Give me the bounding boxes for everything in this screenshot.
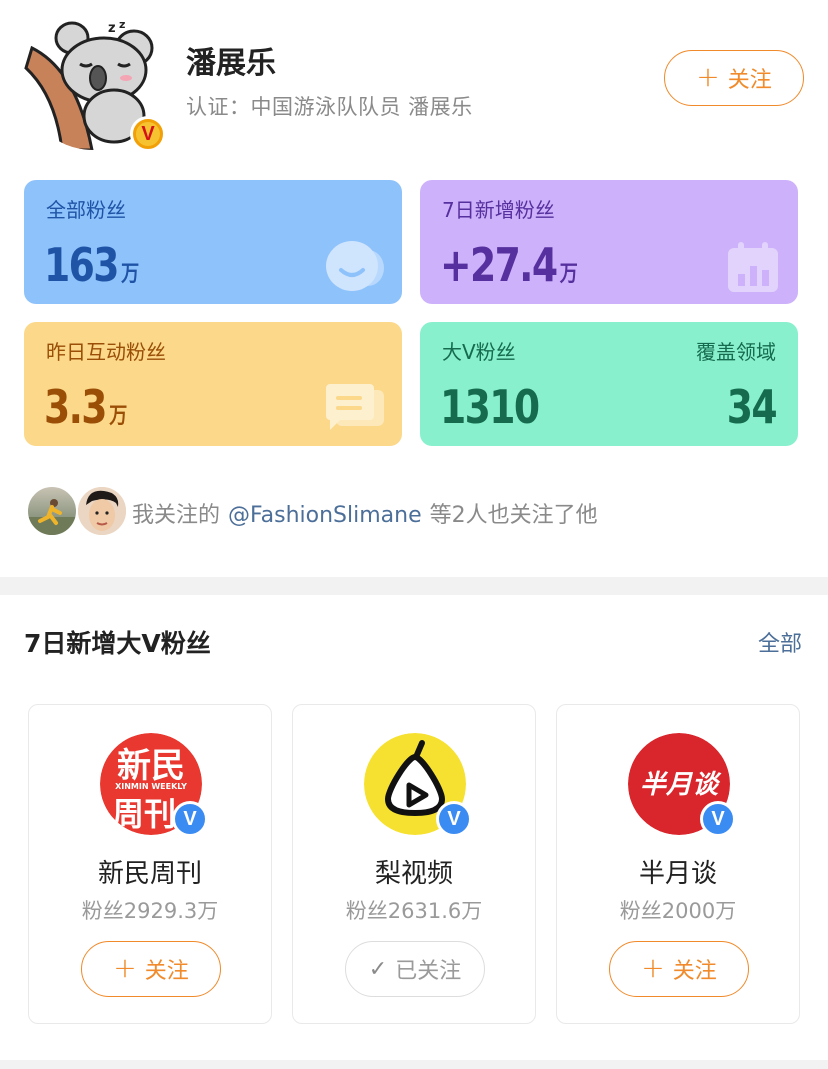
verified-blue-badge-icon: V <box>172 801 208 837</box>
all-fans-unit: 万 <box>121 262 140 287</box>
v-account-name[interactable]: 半月谈 <box>557 853 799 890</box>
view-all-link[interactable]: 全部 <box>758 626 802 658</box>
all-fans-label: 全部粉丝 <box>46 198 126 222</box>
verified-gold-badge-icon: V <box>130 116 166 152</box>
xinmin-logo-sub: XINMIN WEEKLY <box>115 782 187 791</box>
v-account-fans: 粉丝2631.6万 <box>345 899 483 923</box>
v-account-fans: 粉丝2929.3万 <box>81 899 219 923</box>
big-v-fans-label: 大V粉丝 <box>442 340 516 364</box>
calendar-chart-icon <box>728 242 778 292</box>
mutual-avatar-portrait <box>76 485 128 537</box>
follow-button-label: 关注 <box>144 959 189 984</box>
v-account-card[interactable]: V 梨视频 粉丝2631.6万 ✓ 已关注 <box>292 704 536 1024</box>
mutual-follow-row[interactable]: 我关注的 @FashionSlimane 等2人也关注了他 <box>26 485 806 537</box>
plus-icon: + <box>696 59 720 93</box>
followed-button-label: 已关注 <box>395 959 462 984</box>
v-account-name[interactable]: 新民周刊 <box>29 853 271 890</box>
section-title: 7日新增大V粉丝 <box>24 629 211 658</box>
smile-face-icon <box>326 241 384 291</box>
xinmin-logo-top: 新民 <box>117 746 185 786</box>
follow-button-label: 关注 <box>672 959 717 984</box>
mutual-user-link[interactable]: @FashionSlimane <box>228 503 422 528</box>
banyuetan-logo-text: 半月谈 <box>640 770 722 800</box>
follow-button[interactable]: + 关注 <box>81 941 221 997</box>
plus-icon: + <box>113 950 137 984</box>
new-fans-7d-card[interactable]: 7日新增粉丝 +27.4 万 <box>420 180 798 304</box>
v-account-card[interactable]: 新民 XINMIN WEEKLY 周刊 V 新民周刊 粉丝2929.3万 + 关… <box>28 704 272 1024</box>
verified-blue-badge-icon: V <box>436 801 472 837</box>
profile-header: z z V 潘展乐 认证：中国游泳队队员 潘展乐 + 关注 <box>0 0 828 170</box>
interact-fans-card[interactable]: 昨日互动粉丝 3.3 万 <box>24 322 402 446</box>
new-fans-7d-label: 7日新增粉丝 <box>442 198 555 222</box>
verified-blue-badge-icon: V <box>700 801 736 837</box>
followed-button[interactable]: ✓ 已关注 <box>345 941 485 997</box>
big-v-fans-card[interactable]: 大V粉丝 覆盖领域 1310 34 <box>420 322 798 446</box>
user-name: 潘展乐 <box>186 46 276 81</box>
interact-fans-unit: 万 <box>109 404 128 429</box>
mutual-avatar-runner <box>26 485 78 537</box>
xinmin-logo-bottom: 周刊 <box>112 795 176 833</box>
v-account-fans: 粉丝2000万 <box>619 899 737 923</box>
svg-text:z: z <box>108 21 116 36</box>
all-fans-card[interactable]: 全部粉丝 163 万 <box>24 180 402 304</box>
big-v-fans-value: 1310 <box>440 380 540 434</box>
bottom-divider <box>0 1060 828 1069</box>
user-certification: 认证：中国游泳队队员 潘展乐 <box>186 95 473 119</box>
v-account-card[interactable]: 半月谈 V 半月谈 粉丝2000万 + 关注 <box>556 704 800 1024</box>
interact-fans-value: 3.3 万 <box>44 380 128 434</box>
coverage-fields-value: 34 <box>726 380 778 434</box>
coverage-fields-label: 覆盖领域 <box>696 340 776 364</box>
v-account-name[interactable]: 梨视频 <box>293 853 535 890</box>
new-fans-7d-unit: 万 <box>559 262 578 287</box>
chat-bubble-icon <box>326 384 384 430</box>
follow-button[interactable]: + 关注 <box>664 50 804 106</box>
plus-icon: + <box>641 950 665 984</box>
follow-button-label: 关注 <box>727 68 772 93</box>
follow-button[interactable]: + 关注 <box>609 941 749 997</box>
new-fans-7d-value: +27.4 万 <box>440 238 578 292</box>
svg-text:z: z <box>119 18 125 31</box>
interact-fans-label: 昨日互动粉丝 <box>46 340 166 364</box>
section-divider <box>0 577 828 595</box>
mutual-follow-text: 我关注的 @FashionSlimane 等2人也关注了他 <box>132 503 598 528</box>
check-icon: ✓ <box>368 956 388 982</box>
all-fans-value: 163 万 <box>44 238 140 292</box>
